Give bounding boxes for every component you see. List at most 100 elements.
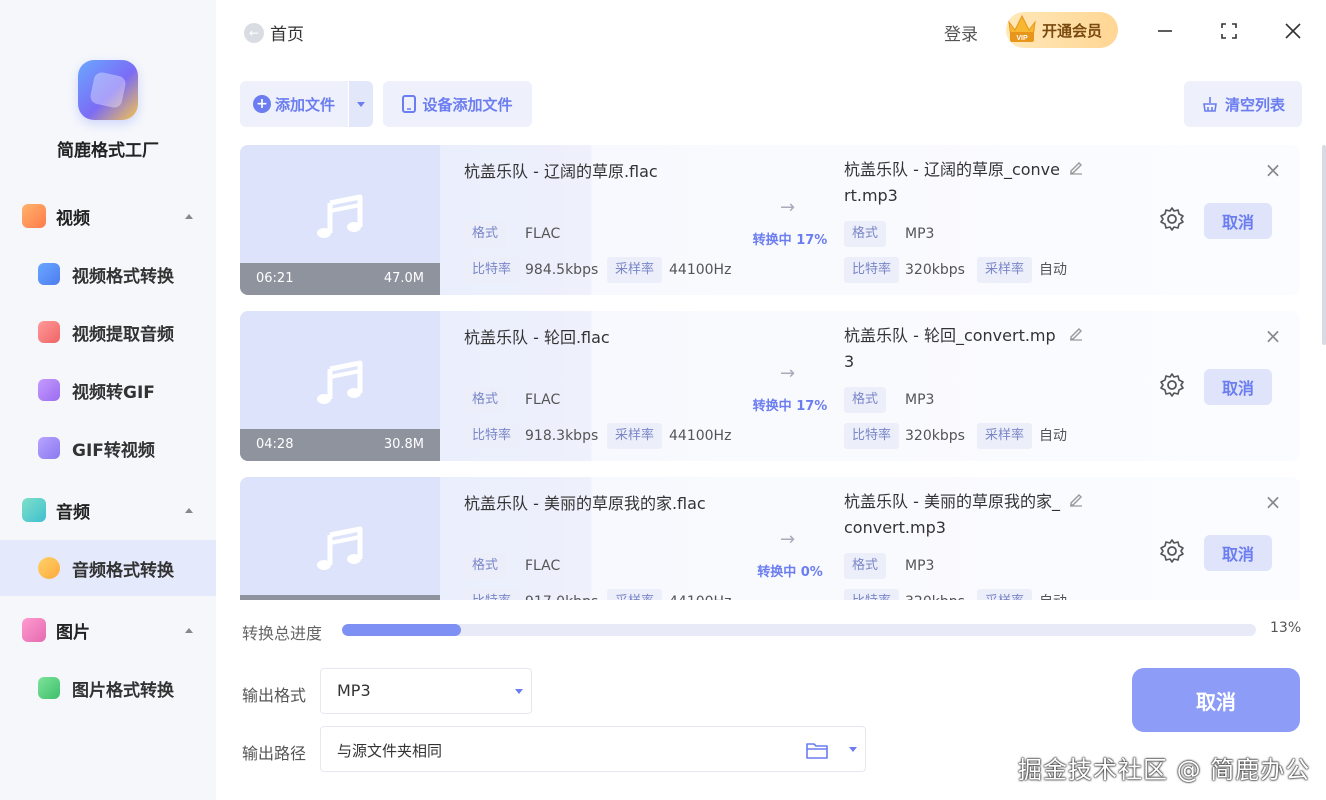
plus-icon: + (252, 95, 271, 113)
source-samplerate-value: 44100Hz (669, 262, 732, 278)
source-bitrate-value: 984.5kbps (525, 262, 599, 278)
list-scrollbar[interactable] (1322, 145, 1326, 600)
size-text: 47.0M (383, 271, 424, 286)
video-category-icon (22, 204, 46, 228)
source-samplerate-value: 44100Hz (669, 589, 731, 600)
minimize-button[interactable] (1152, 18, 1178, 44)
add-file-label: 添加文件 (274, 95, 335, 114)
format-tag: 格式 (464, 221, 507, 247)
maximize-icon (1221, 23, 1237, 39)
vip-button[interactable]: VIP 开通会员 (1006, 12, 1118, 48)
duration-text: 04:28 (256, 437, 294, 452)
samplerate-tag: 采样率 (607, 423, 663, 449)
thumbnail-meta (240, 595, 440, 600)
gif-to-video-icon (38, 437, 60, 459)
add-file-button[interactable]: + 添加文件 (240, 81, 348, 127)
sidebar-item-audio-format-convert[interactable]: 音频格式转换 (0, 540, 216, 596)
device-add-file-button[interactable]: 设备添加文件 (383, 81, 532, 127)
duration-text: 06:21 (256, 271, 294, 286)
arrow-right-icon: → (780, 529, 796, 550)
audio-convert-icon (38, 557, 60, 579)
cancel-file-button[interactable]: 取消 (1204, 203, 1272, 239)
add-file-dropdown[interactable] (349, 81, 373, 127)
output-path-value: 与源文件夹相同 (337, 742, 443, 760)
output-bitrate-value: 320kbps (905, 428, 965, 444)
sidebar-item-label: 视频提取音频 (72, 324, 174, 345)
login-link[interactable]: 登录 (944, 20, 978, 45)
edit-pencil-icon[interactable] (1068, 325, 1084, 341)
bitrate-tag: 比特率 (844, 423, 900, 449)
app-logo (78, 60, 138, 120)
total-progress-fill (342, 624, 461, 636)
vip-crown-icon: VIP (1008, 14, 1036, 42)
collapse-caret-icon (185, 627, 193, 633)
video-to-gif-icon (38, 379, 60, 401)
sidebar-item-video-to-gif[interactable]: 视频转GIF (0, 362, 216, 418)
sidebar-item-video-extract-audio[interactable]: 视频提取音频 (0, 304, 216, 360)
samplerate-tag: 采样率 (977, 589, 1033, 600)
source-file-name: 杭盖乐队 - 美丽的草原我的家.flac (464, 494, 706, 513)
gear-icon[interactable] (1158, 537, 1186, 565)
maximize-button[interactable] (1216, 18, 1242, 44)
total-progress-bar (342, 624, 1256, 636)
cancel-file-button[interactable]: 取消 (1204, 369, 1272, 405)
output-path-select[interactable]: 与源文件夹相同 (320, 726, 866, 772)
device-add-label: 设备添加文件 (422, 95, 513, 114)
sidebar-category-audio[interactable]: 音频 (0, 488, 216, 532)
clear-list-label: 清空列表 (1224, 95, 1285, 114)
format-dropdown-arrow[interactable] (507, 669, 531, 713)
source-bitrate-value: 918.3kbps (525, 428, 599, 444)
sidebar-item-gif-to-video[interactable]: GIF转视频 (0, 420, 216, 476)
clear-list-button[interactable]: 清空列表 (1184, 81, 1302, 127)
minimize-icon (1158, 30, 1172, 32)
chevron-down-icon (849, 746, 857, 752)
folder-icon[interactable] (805, 740, 829, 760)
remove-file-button[interactable]: × (1262, 491, 1284, 513)
edit-pencil-icon[interactable] (1068, 159, 1084, 175)
back-home-button[interactable]: ← 首页 (244, 20, 304, 45)
close-window-button[interactable] (1280, 18, 1306, 44)
source-samplerate-value: 44100Hz (669, 428, 732, 444)
format-tag: 格式 (844, 387, 887, 413)
back-label: 首页 (270, 25, 304, 45)
total-progress-label: 转换总进度 (242, 624, 323, 643)
image-category-icon (22, 618, 46, 642)
samplerate-tag: 采样率 (607, 257, 663, 283)
gear-icon[interactable] (1158, 205, 1186, 233)
conversion-status: 转换中 17% (752, 233, 828, 248)
bitrate-tag: 比特率 (464, 257, 520, 283)
conversion-status: 转换中 17% (752, 399, 828, 414)
sidebar-category-video[interactable]: 视频 (0, 194, 216, 238)
total-progress-percent: 13% (1270, 620, 1302, 636)
category-label: 音频 (56, 502, 90, 523)
sidebar-item-label: 视频格式转换 (72, 266, 174, 287)
extract-audio-icon (38, 321, 60, 343)
sidebar-item-label: 视频转GIF (72, 382, 155, 403)
path-dropdown-arrow[interactable] (841, 727, 865, 771)
output-file-name: 杭盖乐队 - 辽阔的草原_convert.mp3 (844, 160, 1060, 205)
broom-icon (1203, 97, 1217, 112)
remove-file-button[interactable]: × (1262, 325, 1284, 347)
output-format-value: MP3 (905, 558, 935, 574)
gear-icon[interactable] (1158, 371, 1186, 399)
back-arrow-icon: ← (244, 22, 264, 43)
sidebar-category-image[interactable]: 图片 (0, 608, 216, 652)
output-file-name: 杭盖乐队 - 轮回_convert.mp3 (844, 326, 1056, 371)
video-convert-icon (38, 263, 60, 285)
scrollbar-thumb[interactable] (1322, 145, 1326, 345)
file-card: 06:21 47.0M 杭盖乐队 - 辽阔的草原.flac 格式 FLAC 比特… (240, 145, 1300, 295)
output-format-select[interactable]: MP3 (320, 668, 532, 714)
audio-category-icon (22, 498, 46, 522)
output-bitrate-value: 320kbps (905, 589, 965, 600)
cancel-file-button[interactable]: 取消 (1204, 535, 1272, 571)
remove-file-button[interactable]: × (1262, 159, 1284, 181)
cancel-all-button[interactable]: 取消 (1132, 668, 1300, 732)
sidebar-item-video-format-convert[interactable]: 视频格式转换 (0, 246, 216, 302)
edit-pencil-icon[interactable] (1068, 491, 1084, 507)
source-bitrate-value: 917.0kbps (525, 589, 598, 600)
sidebar-item-image-format-convert[interactable]: 图片格式转换 (0, 660, 216, 716)
collapse-caret-icon (185, 213, 193, 219)
output-samplerate-value: 自动 (1039, 428, 1067, 444)
output-bitrate-value: 320kbps (905, 262, 965, 278)
music-note-icon (317, 194, 363, 238)
